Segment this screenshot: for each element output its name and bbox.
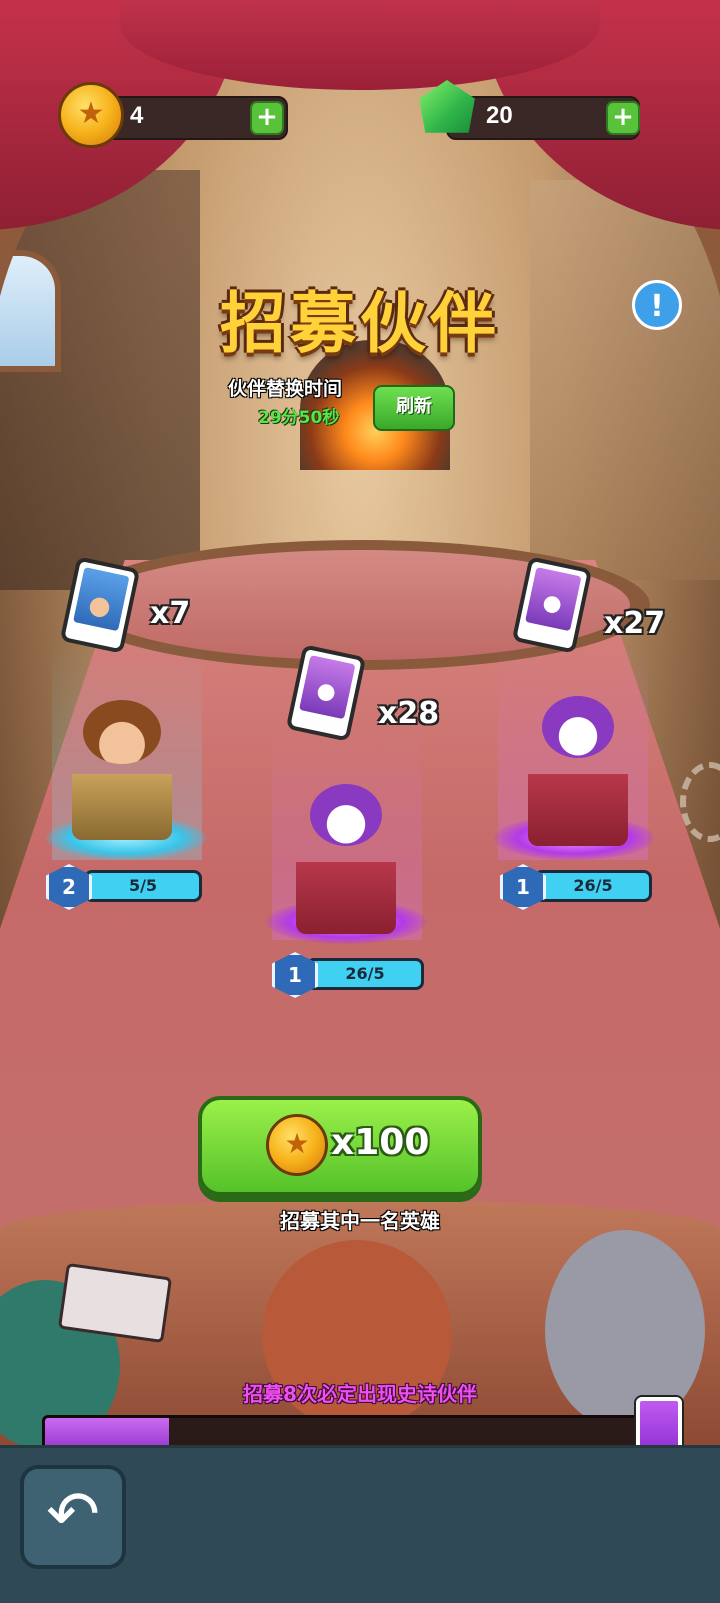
epic-guarantee-label: 招募8次必定出现史诗伙伴	[243, 1382, 477, 1406]
coin-icon: ★	[266, 1114, 328, 1176]
hero-progress-bar: 5/5	[84, 870, 202, 902]
hero-card-count: x27	[604, 606, 666, 641]
hero-caveman[interactable]	[72, 700, 172, 840]
back-arrow-icon: ↶	[46, 1478, 100, 1552]
joker-portrait	[524, 566, 582, 632]
recruit-cost: x100	[331, 1122, 430, 1163]
hero-progress-bar: 26/5	[534, 870, 652, 902]
joker-portrait	[298, 654, 356, 720]
coin-icon: ★	[58, 82, 124, 148]
hero-card-count: x7	[150, 596, 191, 631]
hero-body	[528, 726, 628, 846]
hero-progress-bar: 26/5	[306, 958, 424, 990]
hero-body	[296, 814, 396, 934]
hero-joker[interactable]	[296, 784, 396, 934]
add-coins-button[interactable]: +	[250, 101, 284, 135]
add-gems-button[interactable]: +	[606, 101, 640, 135]
page-title: 招募伙伴	[220, 286, 500, 360]
back-button[interactable]: ↶	[20, 1465, 126, 1569]
replace-timer-label: 伙伴替换时间	[228, 378, 343, 400]
gem-count: 20	[486, 102, 513, 129]
replace-timer-value: 29分50秒	[258, 408, 340, 428]
refresh-button[interactable]: 刷新	[373, 385, 455, 431]
recruit-description: 招募其中一名英雄	[280, 1209, 440, 1233]
hero-body	[72, 730, 172, 840]
coin-count: 4	[130, 102, 144, 129]
caveman-portrait	[72, 566, 130, 632]
info-button[interactable]: !	[632, 280, 682, 330]
epic-progress-fill	[45, 1418, 170, 1448]
hero-joker[interactable]	[528, 696, 628, 846]
